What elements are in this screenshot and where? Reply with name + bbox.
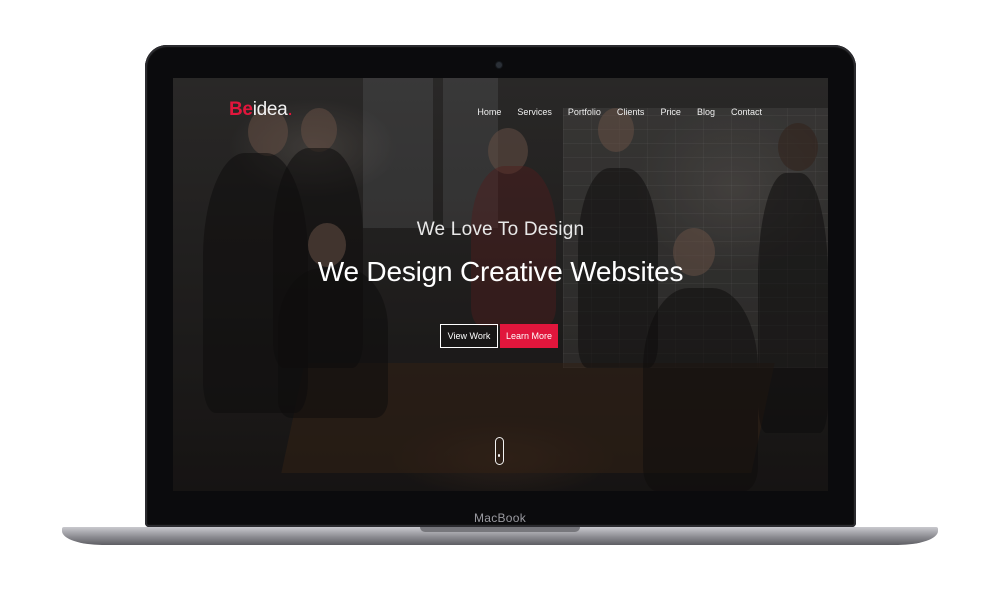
nav-contact[interactable]: Contact xyxy=(731,107,762,117)
website-screen: Beidea. Home Services Portfolio Clients … xyxy=(173,78,828,491)
learn-more-button[interactable]: Learn More xyxy=(500,324,558,348)
site-logo[interactable]: Beidea. xyxy=(229,99,293,121)
nav-services[interactable]: Services xyxy=(517,107,552,117)
view-work-button[interactable]: View Work xyxy=(440,324,498,348)
hero-subtitle: We Love To Design xyxy=(416,219,585,240)
nav-portfolio[interactable]: Portfolio xyxy=(568,107,601,117)
nav-price[interactable]: Price xyxy=(660,107,681,117)
camera-icon xyxy=(496,62,502,68)
mouse-scroll-icon[interactable] xyxy=(495,437,504,465)
laptop-notch xyxy=(420,527,580,532)
logo-text: idea xyxy=(252,99,288,120)
hero-title: We Design Creative Websites xyxy=(317,256,684,287)
main-nav: Home Services Portfolio Clients Price Bl… xyxy=(461,107,762,117)
nav-home[interactable]: Home xyxy=(477,107,501,117)
logo-dot: . xyxy=(287,99,293,120)
device-label: MacBook xyxy=(473,511,527,525)
nav-clients[interactable]: Clients xyxy=(617,107,645,117)
nav-blog[interactable]: Blog xyxy=(697,107,715,117)
logo-accent: Be xyxy=(229,99,253,120)
